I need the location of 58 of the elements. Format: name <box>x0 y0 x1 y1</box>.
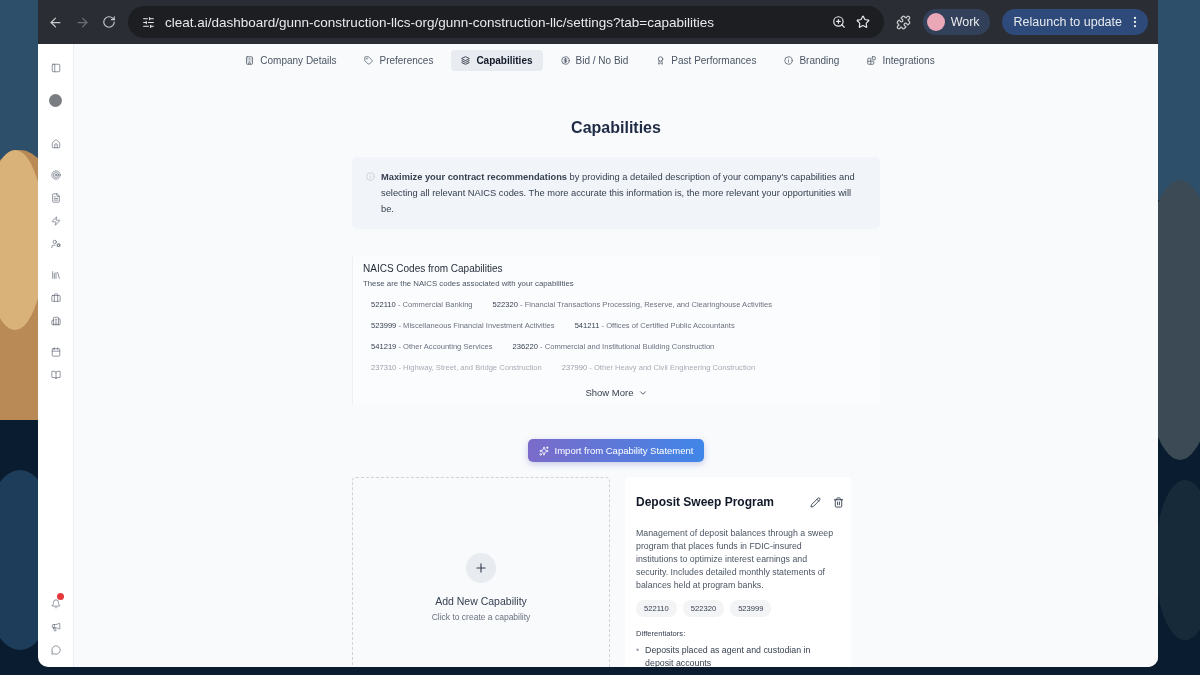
award-icon <box>656 56 666 65</box>
info-icon <box>784 56 794 65</box>
capability-description: Management of deposit balances through a sweep program that places funds in FDIC-insured institutions to optimize interest earnings and security. Includes detailed monthly statements of balances held at program banks. <box>636 527 835 592</box>
section-title: NAICS Codes from Capabilities <box>363 263 504 274</box>
layers-icon <box>461 56 471 65</box>
sparkle-icon <box>538 445 549 456</box>
page-title: Capabilities <box>571 119 661 137</box>
settings-tab[interactable]: Integrations <box>857 50 945 71</box>
edit-icon[interactable] <box>810 496 821 508</box>
forward-icon[interactable] <box>75 14 90 30</box>
profile-avatar <box>926 13 945 31</box>
zoom-icon[interactable] <box>831 15 846 29</box>
document-icon[interactable] <box>50 192 61 203</box>
chat-icon[interactable] <box>50 644 61 655</box>
show-more-button[interactable]: Show More <box>579 386 654 399</box>
bell-icon[interactable] <box>50 598 61 609</box>
relaunch-button[interactable]: Relaunch to update <box>1001 9 1148 35</box>
settings-tab[interactable]: Past Performances <box>646 50 767 71</box>
briefcase-icon[interactable] <box>50 292 61 303</box>
delete-icon[interactable] <box>833 496 844 508</box>
site-settings-icon[interactable] <box>142 15 155 29</box>
book-icon[interactable] <box>50 369 61 380</box>
reload-icon[interactable] <box>102 15 116 29</box>
add-card-subtitle: Click to create a capability <box>431 612 531 622</box>
info-icon <box>366 172 375 181</box>
profile-button[interactable]: Work <box>922 9 990 35</box>
bookmark-icon[interactable] <box>855 15 870 29</box>
back-icon[interactable] <box>48 14 63 30</box>
tag-icon <box>364 56 374 65</box>
user-gear-icon[interactable] <box>50 238 61 249</box>
add-capability-card[interactable]: Add New Capability Click to create a capability <box>352 477 610 667</box>
add-card-title: Add New Capability <box>435 595 527 607</box>
bullet-marker: • <box>636 644 640 657</box>
books-icon[interactable] <box>50 269 61 280</box>
lightning-icon[interactable] <box>50 215 61 226</box>
settings-tab[interactable]: Capabilities <box>451 50 543 71</box>
home-icon[interactable] <box>50 138 61 149</box>
plus-icon <box>466 553 496 583</box>
notice-text: Maximize your contract recommendations by providing a detailed description of your company's capabilities and selecting all relevant NAICS codes. The more accurate this information is, the more relevant your opportunities will be. <box>381 171 856 216</box>
differentiator-item: Deposits placed as agent and custodian in deposit accounts <box>645 644 812 667</box>
blocks-icon <box>867 56 877 65</box>
megaphone-icon[interactable] <box>50 621 61 632</box>
settings-tab[interactable]: Branding <box>774 50 850 71</box>
settings-tab[interactable]: Preferences <box>354 50 444 71</box>
avatar[interactable] <box>49 94 62 107</box>
sidebar-toggle-icon[interactable] <box>50 62 61 73</box>
settings-tab[interactable]: Company Details <box>235 50 347 71</box>
building-icon <box>245 56 255 65</box>
target-icon[interactable] <box>50 169 61 180</box>
settings-tab[interactable]: Bid / No Bid <box>550 50 639 71</box>
capability-title: Deposit Sweep Program <box>636 495 775 509</box>
address-bar[interactable]: cleat.ai/dashboard/gunn-construction-llcs-org/gunn-construction-llc/settings?tab=capabilities <box>128 6 884 38</box>
url-text: cleat.ai/dashboard/gunn-construction-llcs-org/gunn-construction-llc/settings?tab=capabilities <box>165 14 715 30</box>
building-icon[interactable] <box>50 315 61 326</box>
import-button[interactable]: Import from Capability Statement <box>527 439 705 462</box>
dollar-icon <box>560 56 570 65</box>
extensions-icon[interactable] <box>895 14 911 30</box>
calendar-icon[interactable] <box>50 346 61 357</box>
